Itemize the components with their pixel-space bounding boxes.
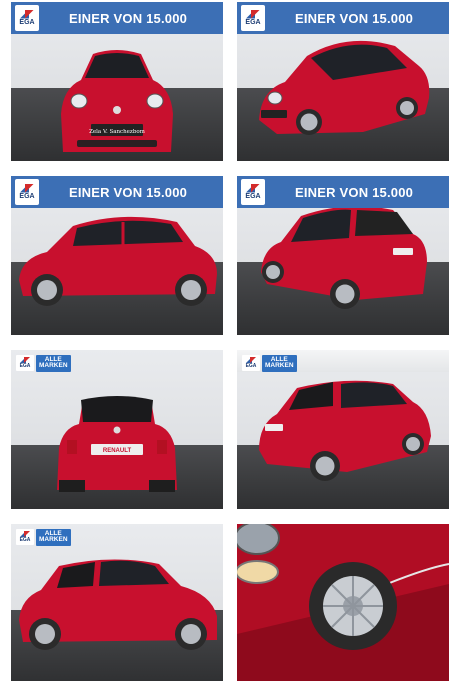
ega-logo: EGA xyxy=(241,5,265,31)
ega-logo: EGA xyxy=(15,5,39,31)
gallery-photo-side-right[interactable]: EGA ALLE MARKEN xyxy=(11,524,223,681)
gallery-photo-front-three-quarter[interactable]: EGA EINER VON 15.000 xyxy=(237,2,449,161)
car-rear-three-quarter-right-image xyxy=(259,380,431,481)
gallery-photo-wheel-detail[interactable] xyxy=(237,524,449,681)
alle-marken-label: ALLE MARKEN xyxy=(262,354,297,372)
banner: EGA EINER VON 15.000 xyxy=(237,2,449,34)
banner: EGA EINER VON 15.000 xyxy=(11,176,223,208)
photo-gallery: Zela V. Sanchezbom EGA EINER VON 15.000 xyxy=(0,0,450,681)
banner-title: EINER VON 15.000 xyxy=(69,184,188,200)
rear-plate-text: RENAULT xyxy=(103,448,132,454)
banner-title: EINER VON 15.000 xyxy=(295,184,414,200)
car-rear-image: RENAULT xyxy=(57,396,177,492)
car-wheel-detail-image xyxy=(237,524,449,681)
banner: EGA EINER VON 15.000 xyxy=(11,2,223,34)
banner-title: EINER VON 15.000 xyxy=(295,10,414,26)
ega-alle-marken-badge: EGA ALLE MARKEN xyxy=(242,354,297,372)
banner-title: EINER VON 15.000 xyxy=(69,10,188,26)
car-side-right-image xyxy=(19,559,217,650)
front-plate-text: Zela V. Sanchezbom xyxy=(89,129,146,135)
ega-logo: EGA xyxy=(16,355,34,371)
alle-marken-label: ALLE MARKEN xyxy=(36,528,71,546)
ega-alle-marken-badge: EGA ALLE MARKEN xyxy=(16,528,71,546)
gallery-photo-rear[interactable]: RENAULT EGA ALLE MARKEN xyxy=(11,350,223,509)
ega-logo: EGA xyxy=(241,179,265,205)
ega-logo: EGA xyxy=(242,355,260,371)
gallery-photo-rear-three-quarter-right[interactable]: EGA ALLE MARKEN xyxy=(237,350,449,509)
banner: EGA EINER VON 15.000 xyxy=(237,176,449,208)
gallery-photo-front[interactable]: Zela V. Sanchezbom EGA EINER VON 15.000 xyxy=(11,2,223,161)
ega-logo: EGA xyxy=(16,529,34,545)
ega-logo: EGA xyxy=(15,179,39,205)
ega-alle-marken-badge: EGA ALLE MARKEN xyxy=(16,354,71,372)
gallery-photo-rear-three-quarter[interactable]: EGA EINER VON 15.000 xyxy=(237,176,449,335)
gallery-photo-side-left[interactable]: EGA EINER VON 15.000 xyxy=(11,176,223,335)
alle-marken-label: ALLE MARKEN xyxy=(36,354,71,372)
